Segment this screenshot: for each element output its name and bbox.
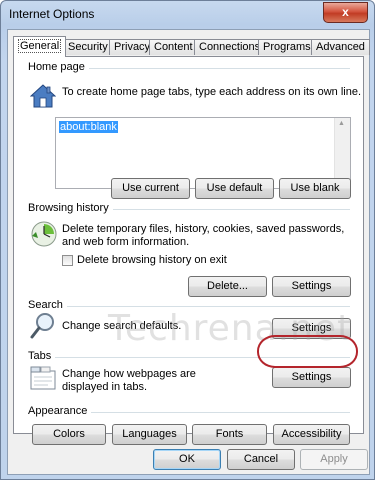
fonts-button[interactable]: Fonts: [192, 424, 267, 445]
use-blank-button[interactable]: Use blank: [279, 178, 351, 199]
search-heading: Search: [28, 299, 67, 311]
delete-history-button[interactable]: Delete...: [188, 276, 267, 297]
tab-programs[interactable]: Programs: [258, 39, 316, 55]
tab-content[interactable]: Content: [149, 39, 198, 55]
languages-button[interactable]: Languages: [112, 424, 187, 445]
tab-general[interactable]: General: [13, 36, 67, 57]
title-bar[interactable]: Internet Options x: [1, 1, 374, 27]
dialog-client-area: General Security Privacy Content Connect…: [7, 29, 370, 475]
search-divider: [28, 306, 350, 307]
history-icon: [31, 221, 57, 247]
scroll-up-icon[interactable]: ▲: [338, 120, 345, 127]
apply-button[interactable]: Apply: [300, 449, 368, 470]
tab-security[interactable]: Security: [63, 39, 113, 55]
tabs-settings-button[interactable]: Settings: [272, 367, 351, 388]
tabs-heading: Tabs: [28, 350, 56, 362]
tabs-description: Change how webpages are displayed in tab…: [62, 368, 196, 393]
ok-button[interactable]: OK: [153, 449, 221, 470]
tab-general-label: General: [18, 39, 62, 53]
use-default-button[interactable]: Use default: [195, 178, 274, 199]
tabs-settings-highlight: [257, 335, 358, 368]
house-icon: [30, 84, 56, 108]
internet-options-window: Internet Options x General Security Priv…: [0, 0, 375, 480]
general-tab-panel: Home page To create home page tabs, type…: [13, 56, 364, 434]
accessibility-button[interactable]: Accessibility: [273, 424, 350, 445]
home-page-heading: Home page: [28, 61, 89, 73]
home-page-description: To create home page tabs, type each addr…: [62, 86, 362, 98]
tab-advanced[interactable]: Advanced: [311, 39, 370, 55]
delete-on-exit-checkbox[interactable]: [62, 255, 73, 266]
appearance-heading: Appearance: [28, 405, 92, 417]
magnifier-icon: [30, 313, 54, 339]
browsing-history-heading: Browsing history: [28, 202, 113, 214]
tab-connections[interactable]: Connections: [194, 39, 266, 55]
history-settings-button[interactable]: Settings: [272, 276, 351, 297]
use-current-button[interactable]: Use current: [111, 178, 190, 199]
tabs-icon: [30, 366, 56, 390]
browsing-history-description: Delete temporary files, history, cookies…: [62, 223, 345, 248]
delete-on-exit-label[interactable]: Delete browsing history on exit: [77, 254, 227, 267]
colors-button[interactable]: Colors: [32, 424, 106, 445]
close-button[interactable]: x: [323, 2, 368, 23]
window-title: Internet Options: [9, 7, 95, 21]
cancel-button[interactable]: Cancel: [227, 449, 295, 470]
home-page-url: about:blank: [59, 121, 118, 133]
